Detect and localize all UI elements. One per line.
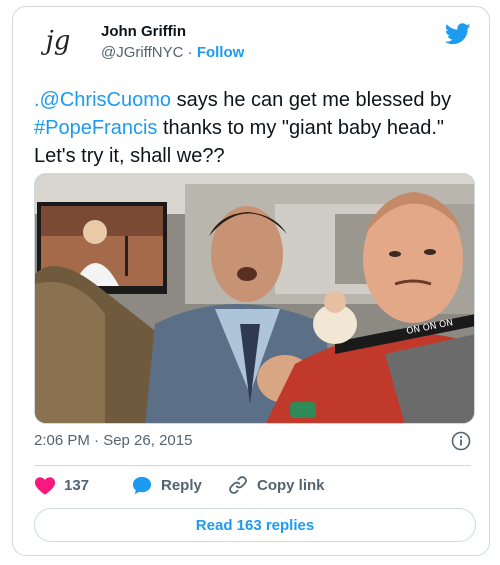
follow-button[interactable]: Follow	[197, 44, 245, 61]
tweet-photo[interactable]: ON ON ON	[34, 173, 475, 424]
author-handle-row: @JGriffNYC · Follow	[101, 44, 244, 61]
like-button[interactable]: 137	[34, 473, 89, 497]
action-bar: 137 Reply Copy link	[34, 473, 474, 497]
tweet-text-part: says he can get me blessed by	[171, 89, 452, 111]
info-icon[interactable]	[451, 431, 471, 451]
link-icon	[229, 476, 247, 494]
handle-separator: ·	[187, 44, 193, 61]
mention-link[interactable]: .@ChrisCuomo	[34, 89, 171, 111]
author-handle[interactable]: @JGriffNYC	[101, 44, 183, 61]
tweet-text: .@ChrisCuomo says he can get me blessed …	[34, 86, 479, 170]
copy-link-label: Copy link	[257, 476, 325, 494]
author-name[interactable]: John Griffin	[101, 23, 186, 40]
reply-button[interactable]: Reply	[131, 473, 202, 497]
tweet-card: jg John Griffin @JGriffNYC · Follow .@Ch…	[12, 6, 490, 556]
divider	[34, 465, 471, 466]
copy-link-button[interactable]: Copy link	[227, 473, 325, 497]
hashtag-link[interactable]: #PopeFrancis	[34, 117, 157, 139]
read-replies-button[interactable]: Read 163 replies	[34, 508, 476, 542]
reply-label: Reply	[161, 476, 202, 494]
twitter-bird-icon[interactable]	[444, 23, 471, 45]
avatar[interactable]: jg	[34, 18, 82, 66]
tweet-timestamp[interactable]: 2:06 PM · Sep 26, 2015	[34, 432, 192, 449]
like-count: 137	[64, 476, 90, 494]
reply-bubble-icon	[132, 476, 152, 495]
heart-icon	[34, 477, 56, 495]
avatar-monogram: jg	[41, 26, 71, 56]
